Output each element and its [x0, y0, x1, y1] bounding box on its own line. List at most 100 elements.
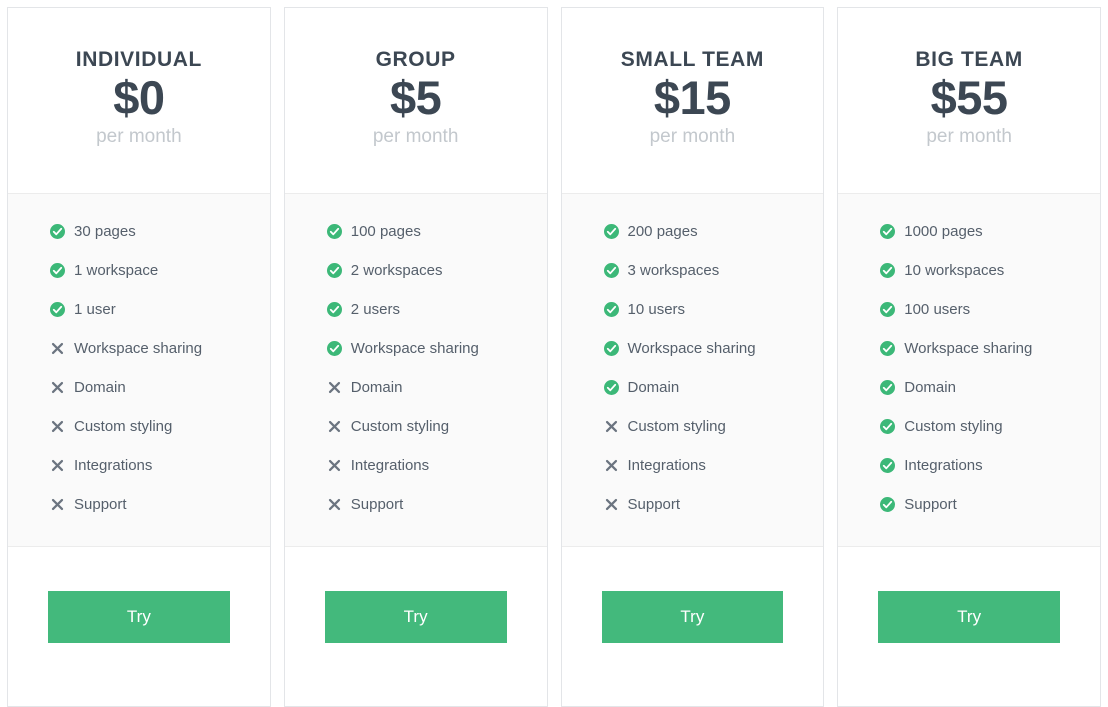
check-circle-icon: [603, 301, 619, 317]
feature-label: Support: [350, 495, 404, 513]
plan-footer: Try: [561, 546, 824, 706]
feature-label: 200 pages: [627, 222, 698, 240]
check-circle-icon: [326, 262, 342, 278]
feature-row: Custom styling: [838, 407, 1100, 446]
check-circle-icon: [50, 262, 65, 278]
feature-label: Integrations: [74, 456, 153, 474]
feature-label: Custom styling: [904, 417, 1003, 435]
feature-label: 1 workspace: [74, 261, 159, 279]
feature-row: 100 pages: [285, 212, 547, 251]
feature-row: Support: [285, 485, 547, 524]
plan-name: BIG TEAM: [915, 48, 1023, 71]
feature-row: 10 workspaces: [838, 251, 1100, 290]
feature-row: 30 pages: [8, 212, 270, 251]
feature-row: Integrations: [285, 446, 547, 485]
feature-row: Custom styling: [285, 407, 547, 446]
plan-billing-period: per month: [649, 125, 736, 147]
feature-row: 1000 pages: [838, 212, 1100, 251]
feature-row: 2 users: [285, 290, 547, 329]
feature-row: Custom styling: [8, 407, 270, 446]
try-button[interactable]: Try: [324, 590, 507, 643]
check-circle-icon: [50, 223, 65, 239]
cross-icon: [604, 497, 619, 512]
feature-row: Support: [562, 485, 824, 524]
feature-label: Support: [74, 495, 127, 513]
feature-row: Workspace sharing: [8, 329, 270, 368]
feature-label: 100 pages: [350, 222, 421, 240]
check-circle-icon: [880, 457, 896, 473]
cross-icon: [50, 497, 65, 512]
plan-name: INDIVIDUAL: [75, 48, 202, 71]
cross-icon: [327, 458, 342, 473]
feature-label: 2 users: [350, 300, 400, 318]
cross-icon: [327, 497, 342, 512]
feature-label: 2 workspaces: [350, 261, 443, 279]
plan-price: $5: [389, 71, 442, 125]
check-circle-icon: [603, 340, 619, 356]
plan-card: BIG TEAM $55 per month 1000 pages 10 workspa…: [837, 7, 1101, 707]
check-circle-icon: [50, 301, 65, 317]
feature-label: Custom styling: [627, 417, 726, 435]
cross-icon: [604, 458, 619, 473]
feature-row: 1 user: [8, 290, 270, 329]
feature-label: 30 pages: [74, 222, 136, 240]
plan-feature-list: 100 pages 2 workspaces 2 users Workspace sh…: [284, 192, 547, 547]
feature-label: Workspace sharing: [627, 339, 756, 357]
feature-row: Workspace sharing: [838, 329, 1100, 368]
plan-billing-period: per month: [372, 125, 459, 147]
feature-row: Domain: [838, 368, 1100, 407]
feature-row: 3 workspaces: [562, 251, 824, 290]
feature-label: Support: [904, 495, 957, 513]
feature-label: Domain: [904, 378, 956, 396]
check-circle-icon: [326, 301, 342, 317]
check-circle-icon: [880, 340, 896, 356]
plan-footer: Try: [284, 546, 547, 706]
plan-footer: Try: [838, 546, 1100, 706]
feature-row: 200 pages: [562, 212, 824, 251]
try-button[interactable]: Try: [601, 590, 784, 643]
plan-name: SMALL TEAM: [620, 48, 765, 71]
plan-header: SMALL TEAM $15 per month: [561, 8, 824, 193]
check-circle-icon: [880, 262, 896, 278]
feature-row: Integrations: [562, 446, 824, 485]
check-circle-icon: [326, 223, 342, 239]
feature-row: Domain: [285, 368, 547, 407]
plan-price: $0: [113, 71, 165, 125]
cross-icon: [50, 380, 65, 395]
plan-feature-list: 200 pages 3 workspaces 10 users Workspace s…: [561, 192, 824, 547]
check-circle-icon: [880, 418, 896, 434]
feature-row: Integrations: [8, 446, 270, 485]
check-circle-icon: [880, 223, 896, 239]
feature-label: 100 users: [904, 300, 971, 318]
feature-label: Custom styling: [74, 417, 173, 435]
cross-icon: [604, 419, 619, 434]
plan-feature-list: 30 pages 1 workspace 1 user Workspace shari…: [8, 192, 270, 547]
check-circle-icon: [880, 379, 896, 395]
check-circle-icon: [603, 379, 619, 395]
feature-row: 100 users: [838, 290, 1100, 329]
feature-row: 10 users: [562, 290, 824, 329]
feature-row: Workspace sharing: [562, 329, 824, 368]
try-button[interactable]: Try: [48, 590, 230, 643]
feature-row: Integrations: [838, 446, 1100, 485]
try-button[interactable]: Try: [878, 590, 1060, 643]
cross-icon: [327, 380, 342, 395]
plan-card: SMALL TEAM $15 per month 200 pages 3 workspa…: [560, 7, 825, 707]
feature-label: 3 workspaces: [627, 261, 720, 279]
check-circle-icon: [603, 223, 619, 239]
plan-header: GROUP $5 per month: [284, 8, 547, 193]
plan-billing-period: per month: [96, 125, 182, 147]
cross-icon: [327, 419, 342, 434]
feature-label: Domain: [74, 378, 126, 396]
cross-icon: [50, 458, 65, 473]
feature-label: Workspace sharing: [904, 339, 1033, 357]
check-circle-icon: [880, 301, 896, 317]
plan-card: INDIVIDUAL $0 per month 30 pages 1 workspace…: [7, 7, 271, 707]
plan-header: BIG TEAM $55 per month: [838, 8, 1100, 193]
cross-icon: [50, 419, 65, 434]
feature-label: Workspace sharing: [74, 339, 203, 357]
feature-label: Integrations: [627, 456, 706, 474]
check-circle-icon: [880, 496, 896, 512]
feature-label: Domain: [350, 378, 403, 396]
plan-name: GROUP: [375, 48, 456, 71]
